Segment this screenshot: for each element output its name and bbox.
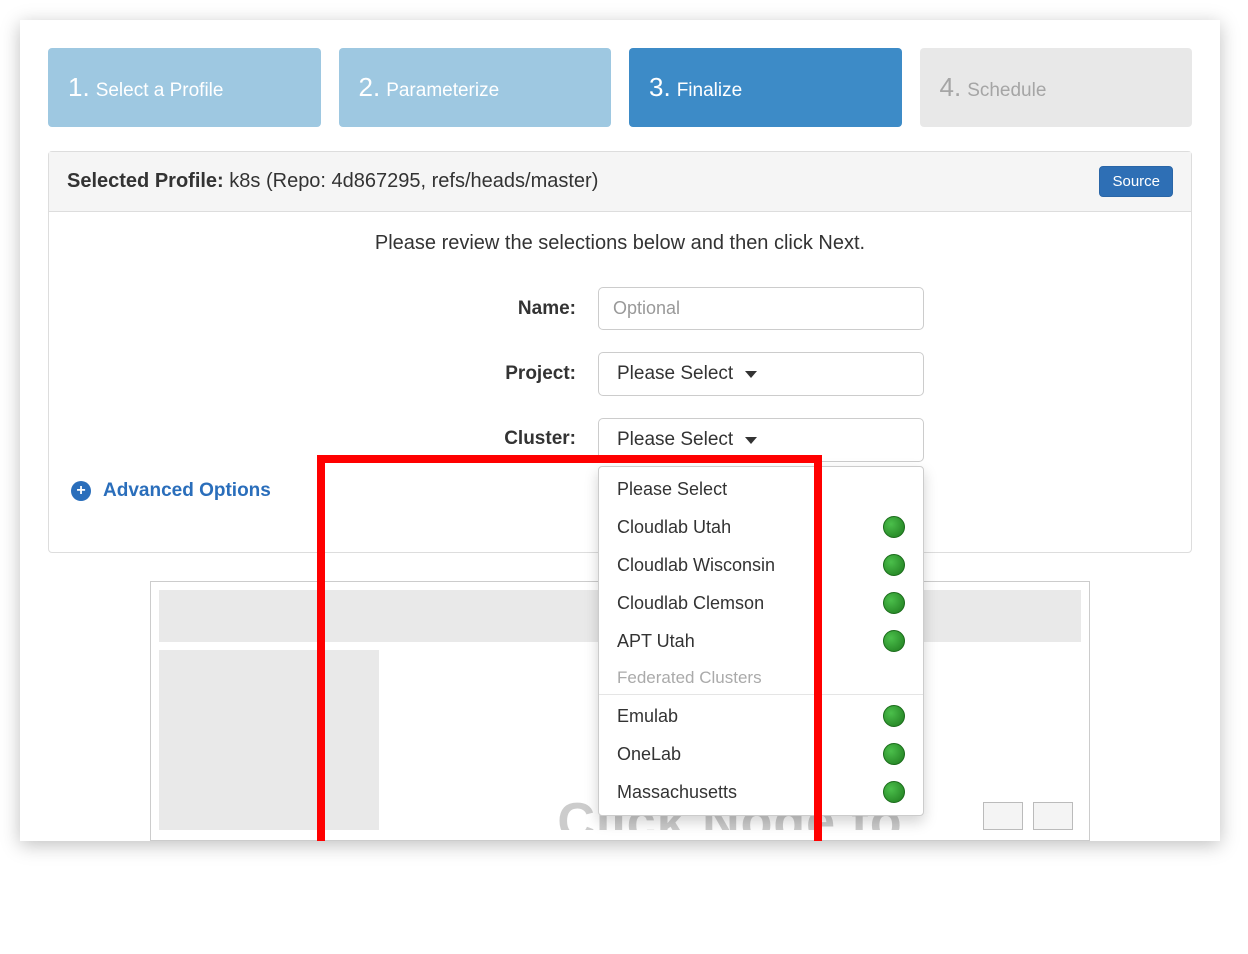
- panel-body: Please review the selections below and t…: [49, 212, 1191, 552]
- cluster-option-cloudlab-wisconsin[interactable]: Cloudlab Wisconsin: [599, 546, 923, 584]
- name-row: Name:: [67, 287, 1173, 330]
- step-label: Select a Profile: [96, 80, 224, 102]
- cluster-dropdown-wrap: Please Select Please Select Cloudlab Uta…: [598, 418, 924, 462]
- cluster-option-label: Cloudlab Utah: [617, 517, 731, 538]
- status-up-icon: [883, 630, 905, 652]
- cluster-label: Cluster:: [316, 418, 576, 450]
- cluster-dropdown-menu: Please Select Cloudlab Utah Cloudlab Wis…: [598, 466, 924, 816]
- caret-down-icon: [745, 371, 757, 378]
- step-number: 3.: [649, 72, 671, 103]
- step-1-select-profile[interactable]: 1. Select a Profile: [48, 48, 321, 127]
- federated-header: Federated Clusters: [599, 660, 923, 692]
- status-up-icon: [883, 516, 905, 538]
- step-label: Parameterize: [386, 80, 499, 102]
- cluster-option-label: OneLab: [617, 744, 681, 765]
- cluster-option-label: Cloudlab Clemson: [617, 593, 764, 614]
- step-number: 1.: [68, 72, 90, 103]
- cluster-option-please-select[interactable]: Please Select: [599, 471, 923, 508]
- name-label: Name:: [316, 298, 576, 320]
- step-label: Schedule: [967, 80, 1046, 102]
- panel-header: Selected Profile: k8s (Repo: 4d867295, r…: [49, 152, 1191, 212]
- step-number: 2.: [359, 72, 381, 103]
- caret-down-icon: [745, 437, 757, 444]
- finalize-panel: Selected Profile: k8s (Repo: 4d867295, r…: [48, 151, 1192, 553]
- cluster-row: Cluster: Please Select Please Select Clo…: [67, 418, 1173, 462]
- status-up-icon: [883, 592, 905, 614]
- advanced-options-label: Advanced Options: [103, 480, 271, 502]
- selected-profile-value: k8s (Repo: 4d867295, refs/heads/master): [229, 170, 598, 192]
- advanced-options-toggle[interactable]: + Advanced Options: [71, 480, 271, 502]
- cluster-option-cloudlab-clemson[interactable]: Cloudlab Clemson: [599, 584, 923, 622]
- cluster-select[interactable]: Please Select: [598, 418, 924, 462]
- step-4-schedule: 4. Schedule: [920, 48, 1193, 127]
- selected-profile-title: Selected Profile: k8s (Repo: 4d867295, r…: [67, 170, 598, 193]
- cluster-select-value: Please Select: [617, 429, 733, 451]
- plus-circle-icon: +: [71, 481, 91, 501]
- project-select[interactable]: Please Select: [598, 352, 924, 396]
- project-select-value: Please Select: [617, 363, 733, 385]
- dropdown-divider: [599, 694, 923, 695]
- step-3-finalize[interactable]: 3. Finalize: [629, 48, 902, 127]
- cluster-option-apt-utah[interactable]: APT Utah: [599, 622, 923, 660]
- topology-control-button[interactable]: [1033, 802, 1073, 830]
- status-up-icon: [883, 554, 905, 576]
- name-input[interactable]: [598, 287, 924, 330]
- cluster-option-label: Please Select: [617, 479, 727, 500]
- cluster-option-label: APT Utah: [617, 631, 695, 652]
- status-up-icon: [883, 781, 905, 803]
- cluster-option-label: Cloudlab Wisconsin: [617, 555, 775, 576]
- instruction-text: Please review the selections below and t…: [67, 232, 1173, 255]
- cluster-option-massachusetts[interactable]: Massachusetts: [599, 773, 923, 811]
- topology-control-button[interactable]: [983, 802, 1023, 830]
- step-label: Finalize: [677, 80, 742, 102]
- step-2-parameterize[interactable]: 2. Parameterize: [339, 48, 612, 127]
- cluster-option-label: Massachusetts: [617, 782, 737, 803]
- cluster-option-cloudlab-utah[interactable]: Cloudlab Utah: [599, 508, 923, 546]
- cluster-option-emulab[interactable]: Emulab: [599, 697, 923, 735]
- status-up-icon: [883, 743, 905, 765]
- topology-controls: [983, 802, 1073, 830]
- wizard-steps: 1. Select a Profile 2. Parameterize 3. F…: [48, 48, 1192, 127]
- selected-profile-label: Selected Profile:: [67, 170, 224, 192]
- project-row: Project: Please Select: [67, 352, 1173, 396]
- topology-sidebar: [159, 650, 379, 830]
- source-button[interactable]: Source: [1099, 166, 1173, 197]
- wizard-container: 1. Select a Profile 2. Parameterize 3. F…: [20, 20, 1220, 841]
- cluster-option-label: Emulab: [617, 706, 678, 727]
- cluster-option-onelab[interactable]: OneLab: [599, 735, 923, 773]
- status-up-icon: [883, 705, 905, 727]
- step-number: 4.: [940, 72, 962, 103]
- project-label: Project:: [316, 363, 576, 385]
